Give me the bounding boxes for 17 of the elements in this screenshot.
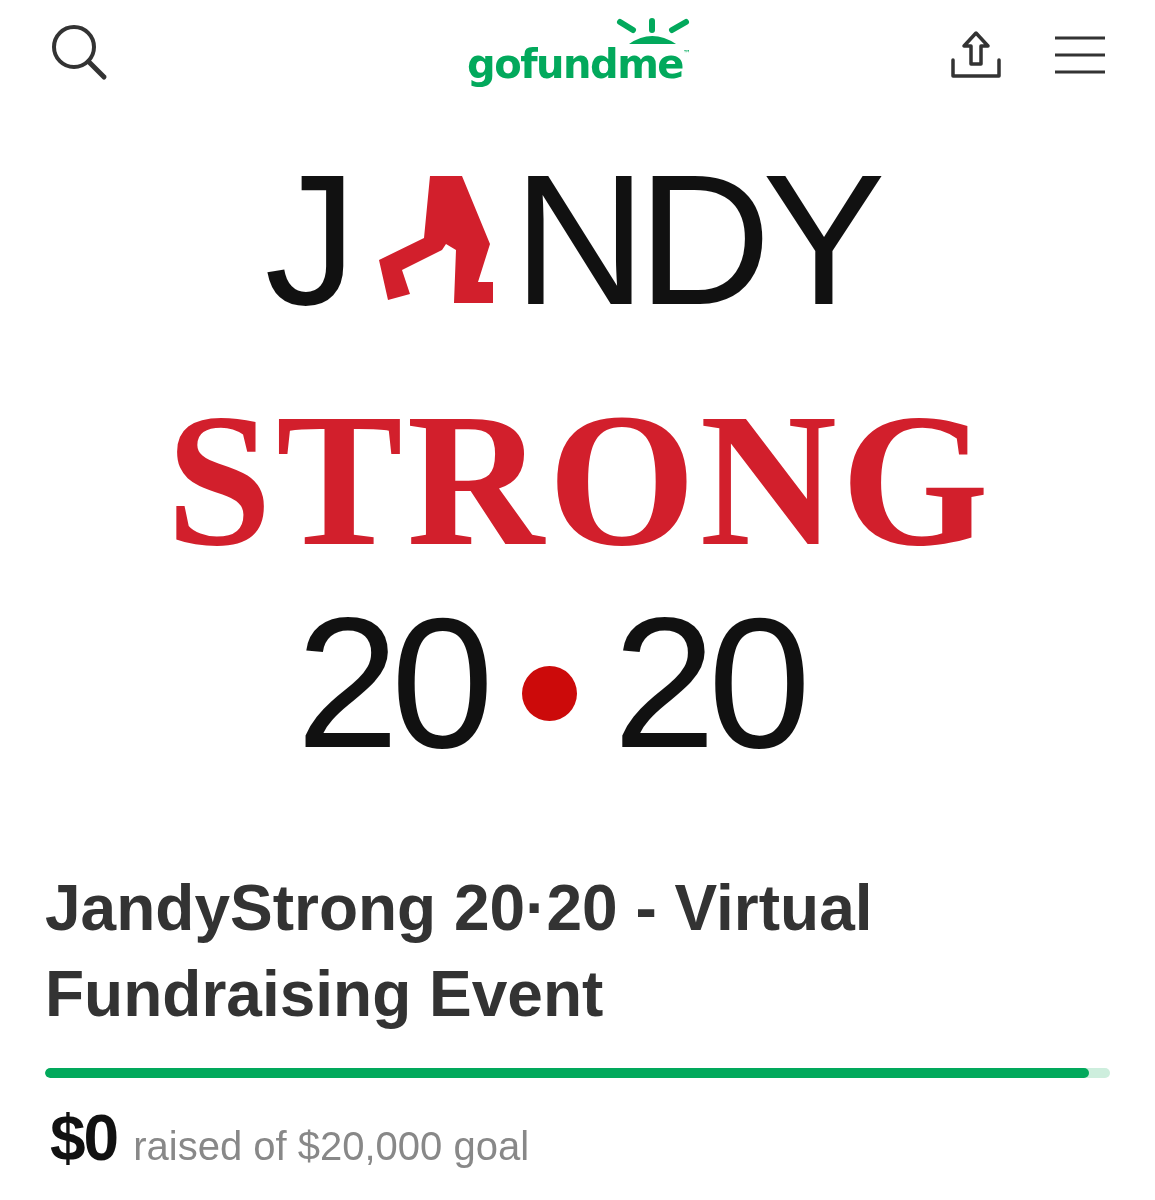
campaign-title: JandyStrong 20·20 - Virtual Fundraising Event (45, 871, 874, 1032)
search-button[interactable] (50, 23, 108, 81)
cover-letters: NDY (512, 148, 877, 333)
angular-figure-icon (378, 174, 495, 305)
menu-button[interactable] (1055, 36, 1105, 74)
goal-caption: raised of $20,000 goal (133, 1126, 530, 1166)
sun-icon (615, 18, 690, 44)
share-button[interactable] (950, 30, 1002, 80)
cover-word: STRONG (166, 385, 993, 575)
menu-icon (1055, 36, 1105, 74)
cover-letter: J (264, 148, 353, 333)
search-icon (50, 23, 108, 81)
dot-icon (522, 666, 577, 721)
share-icon (950, 30, 1002, 80)
year-text: 20 (613, 591, 803, 776)
raised-amount: $0 (50, 1106, 118, 1170)
year-text: 20 (296, 591, 486, 776)
